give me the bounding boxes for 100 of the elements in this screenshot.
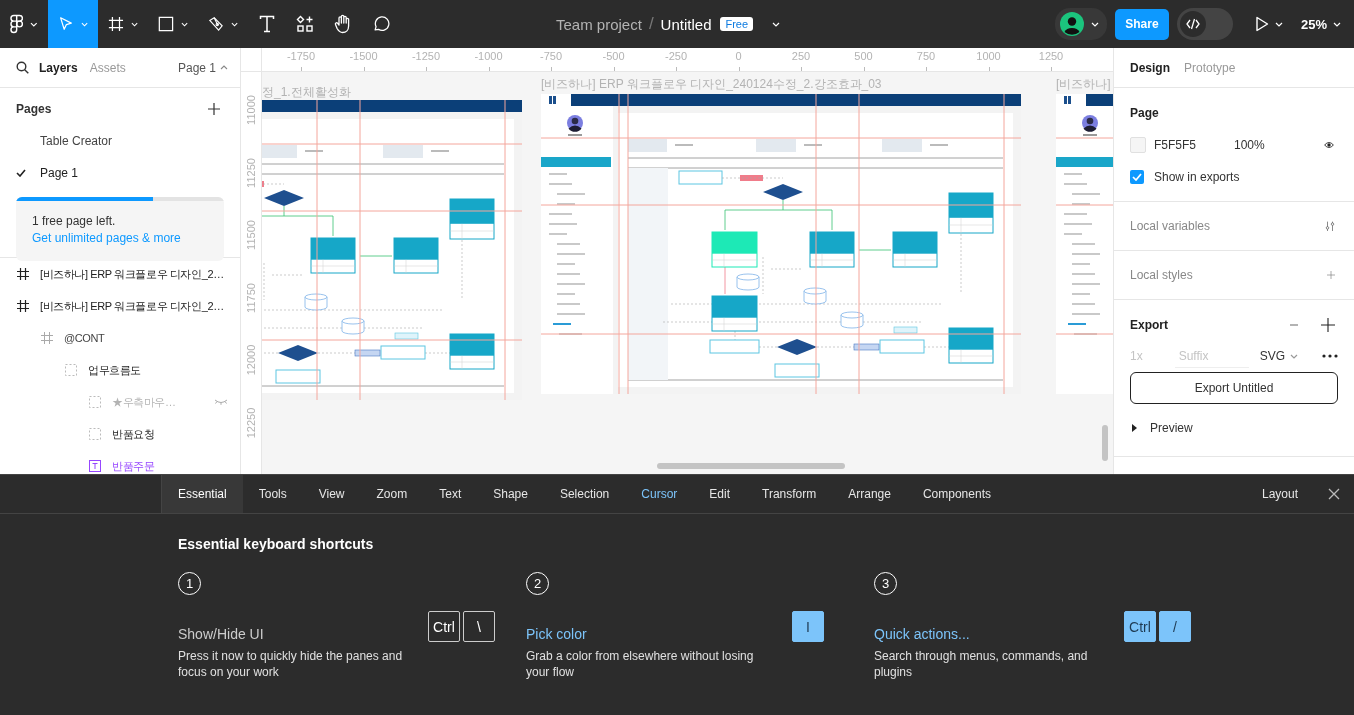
user-menu-button[interactable] [1054, 8, 1107, 40]
plus-icon[interactable] [1318, 315, 1338, 335]
upgrade-message: 1 free page left. [32, 214, 117, 228]
dashed-square-icon [65, 364, 77, 376]
section-title: Page [1130, 106, 1159, 120]
section-title[interactable]: Local variables [1130, 219, 1211, 233]
section-title: Export [1130, 318, 1168, 332]
color-swatch[interactable] [1130, 137, 1146, 153]
layer-name[interactable]: 업무흐름도 [88, 362, 141, 378]
ruler-label: 11750 [245, 282, 257, 313]
hand-icon [334, 14, 352, 34]
layer-name[interactable]: [비즈하나] ERP 워크플로우 디자인_2… [40, 266, 224, 282]
shortcut-tab[interactable]: Text [423, 475, 478, 513]
text-icon [259, 15, 275, 33]
caret-icon [772, 21, 781, 27]
dev-mode-toggle[interactable] [1176, 8, 1233, 40]
key-cap: Ctrl [428, 611, 460, 642]
page-item[interactable]: Page 1 [0, 157, 240, 189]
section-title[interactable]: Local styles [1130, 268, 1193, 282]
caret-icon [130, 21, 138, 27]
layer-name[interactable]: 반품요청 [112, 426, 155, 442]
ruler-label: 1000 [976, 50, 1001, 62]
logo-icon [10, 14, 24, 34]
play-icon [1254, 16, 1269, 32]
layer-name[interactable]: @CONT [64, 332, 105, 344]
close-icon [1328, 488, 1340, 500]
panel-tab[interactable]: Layers [37, 56, 80, 79]
shortcut-tab[interactable]: Transform [746, 475, 833, 513]
checkbox-label: Show in exports [1154, 170, 1240, 184]
layer-name[interactable]: [비즈하나] ERP 워크플로우 디자인_2… [40, 298, 224, 314]
design-frame-drawing[interactable] [541, 94, 1021, 394]
caret-icon [1333, 21, 1341, 27]
shortcut-tab[interactable]: Edit [693, 475, 746, 513]
export-button[interactable]: Export Untitled [1130, 372, 1338, 404]
ruler-label: 0 [735, 50, 742, 62]
preview-toggle[interactable]: Preview [1150, 421, 1193, 435]
shortcut-tab[interactable]: Selection [543, 475, 626, 513]
disclosure-triangle-icon[interactable] [1130, 424, 1138, 432]
shortcut-tab[interactable]: Shape [477, 475, 544, 513]
color-hex-value[interactable]: F5F5F5 [1154, 138, 1196, 152]
page-item[interactable]: Table Creator [0, 125, 240, 157]
ruler-label: -1000 [474, 50, 503, 62]
hash-icon [41, 332, 53, 344]
shortcut-tab[interactable]: Components [906, 475, 1007, 513]
checkmark-icon [16, 169, 26, 177]
rectangle-icon [158, 15, 174, 33]
shortcut-tab[interactable]: Cursor [625, 475, 694, 513]
shortcut-description: Search through menus, commands, and plugins [874, 648, 1089, 680]
plan-badge: Free [720, 17, 754, 31]
caret-icon [1274, 21, 1283, 27]
ruler-label: -1750 [286, 50, 316, 62]
ruler-label: 12000 [245, 344, 257, 376]
zoom-menu[interactable]: 25% [1300, 16, 1341, 32]
opacity-value[interactable]: 100% [1234, 138, 1265, 152]
key-cap: Ctrl [1124, 611, 1156, 642]
caret-icon [30, 21, 38, 27]
shortcut-tab[interactable]: Layout [1245, 475, 1314, 513]
project-name[interactable]: Team project [556, 15, 642, 33]
more-icon[interactable] [1322, 354, 1338, 358]
ruler-label: -250 [665, 50, 687, 62]
ruler-label: 500 [854, 50, 873, 62]
key-cap: I [792, 611, 824, 642]
page-menu[interactable]: Page 1 [177, 60, 228, 75]
key-cap: / [1159, 611, 1191, 642]
dashed-square-icon [89, 428, 101, 440]
section-title: Pages [16, 102, 52, 116]
pen-icon [208, 15, 224, 33]
path-separator: / [648, 14, 654, 34]
ruler-label: 11250 [245, 157, 257, 188]
hash-icon [17, 300, 29, 312]
ruler-label: 250 [791, 50, 811, 62]
panel-tab[interactable]: Design [1130, 60, 1170, 75]
shortcut-tab[interactable]: Arrange [832, 475, 907, 513]
shortcut-title: Quick actions... [874, 626, 971, 642]
shapes-plus-icon [296, 15, 314, 33]
layer-name[interactable]: 반품주문 [112, 458, 155, 474]
shortcut-title: Pick color [526, 626, 588, 642]
ruler-label: -1500 [349, 50, 378, 62]
file-name[interactable]: Untitled [660, 15, 712, 33]
scrollbar-thumb[interactable] [1102, 425, 1108, 461]
hash-icon [108, 15, 124, 33]
chevron-up-icon [220, 65, 228, 70]
key-cap: \ [463, 611, 495, 642]
shortcut-tab[interactable]: View [302, 475, 361, 513]
ruler-label: 12250 [245, 407, 257, 438]
caret-icon [180, 21, 188, 27]
scrollbar-thumb[interactable] [657, 463, 845, 469]
avatar-icon [1059, 12, 1084, 36]
shortcut-tab[interactable]: Zoom [360, 475, 424, 513]
checkbox[interactable] [1130, 170, 1144, 184]
caret-icon [230, 21, 238, 27]
format-dropdown[interactable]: SVG [1259, 349, 1298, 363]
shortcut-tab[interactable]: Tools [242, 475, 303, 513]
caret-icon [1090, 21, 1099, 27]
plus-icon [208, 103, 220, 115]
search-icon[interactable] [16, 61, 29, 74]
ruler-label: 750 [916, 50, 936, 62]
caret-icon [80, 21, 88, 27]
shortcut-tab[interactable]: Essential [161, 475, 243, 513]
text-layer-icon [89, 460, 101, 472]
